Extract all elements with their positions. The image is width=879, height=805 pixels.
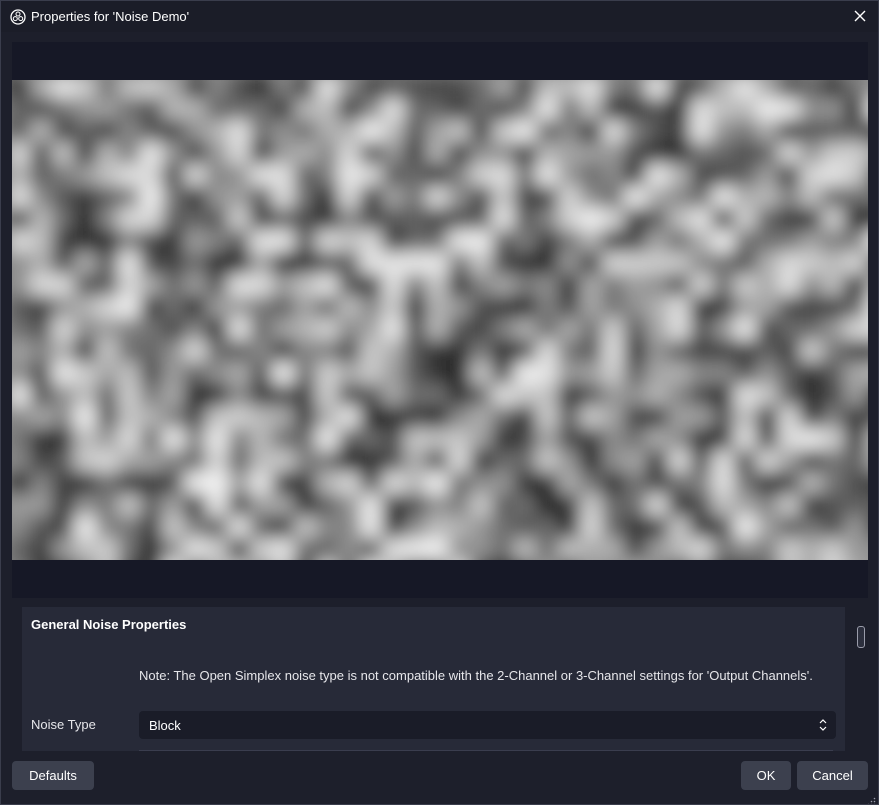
obs-logo-icon bbox=[10, 8, 26, 25]
defaults-button[interactable]: Defaults bbox=[12, 761, 94, 790]
window-title: Properties for 'Noise Demo' bbox=[31, 9, 190, 24]
updown-chevron-icon bbox=[818, 717, 828, 733]
compatibility-note: Note: The Open Simplex noise type is not… bbox=[139, 668, 813, 683]
next-field-edge bbox=[139, 750, 833, 751]
scrollbar-thumb[interactable] bbox=[857, 626, 865, 648]
ok-button[interactable]: OK bbox=[741, 761, 791, 790]
resize-grip-icon[interactable] bbox=[867, 793, 876, 804]
properties-scrollbar[interactable] bbox=[854, 607, 868, 751]
cancel-button[interactable]: Cancel bbox=[797, 761, 868, 790]
noise-type-value: Block bbox=[149, 717, 181, 733]
close-icon[interactable] bbox=[848, 5, 872, 27]
properties-panel: General Noise Properties Note: The Open … bbox=[22, 607, 845, 751]
noise-type-select[interactable]: Block bbox=[139, 711, 836, 739]
noise-type-label: Noise Type bbox=[31, 717, 96, 732]
group-title: General Noise Properties bbox=[31, 617, 187, 632]
properties-dialog: Properties for 'Noise Demo' General Nois… bbox=[0, 0, 879, 805]
source-preview bbox=[12, 42, 868, 598]
title-bar[interactable]: Properties for 'Noise Demo' bbox=[1, 1, 878, 32]
noise-preview-image bbox=[12, 80, 868, 560]
